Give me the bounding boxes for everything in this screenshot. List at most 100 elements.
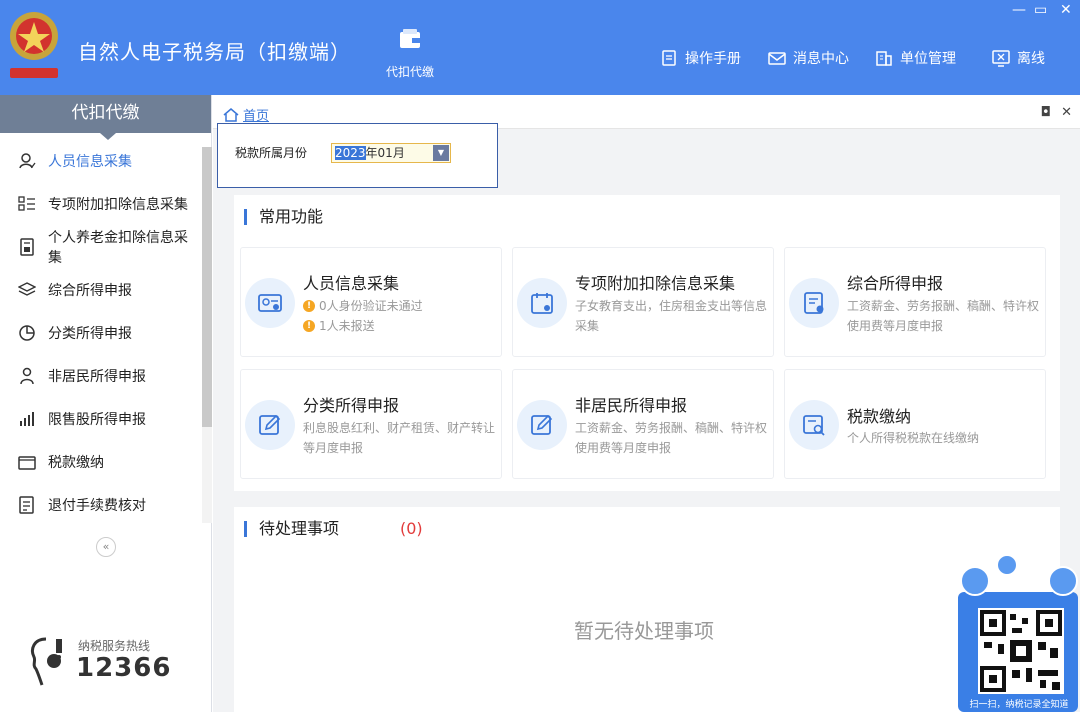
period-label: 税款所属月份 [235, 146, 308, 160]
sidebar-item-label: 限售股所得申报 [48, 411, 146, 428]
card-personnel[interactable]: 人员信息采集 ! 0人身份验证未通过 ! 1人未报送 [240, 247, 502, 357]
sidebar-item-pension[interactable]: 个人养老金扣除信息采集 [0, 225, 200, 268]
common-functions-panel: 常用功能 人员信息采集 ! 0人身份验证未通过 ! 1人未报送 专项附加扣除信息采集… [234, 195, 1060, 491]
sidebar-menu: 人员信息采集 专项附加扣除信息采集 个人养老金扣除信息采集 综合所得申报 分类所… [0, 139, 200, 526]
document-icon [20, 237, 34, 256]
sidebar-item-nonresident[interactable]: 非居民所得申报 [0, 354, 200, 397]
common-functions-title: 常用功能 [244, 209, 323, 225]
sidebar: 代扣代缴 人员信息采集 专项附加扣除信息采集 个人养老金扣除信息采集 综合所得申… [0, 95, 212, 712]
module-tab-withholding[interactable]: 代扣代缴 [380, 26, 440, 80]
close-tab-icon[interactable]: ✕ [1061, 105, 1072, 120]
home-icon [223, 107, 239, 122]
card-icon [789, 400, 839, 450]
warning-text: 1人未报送 [319, 319, 375, 333]
sidebar-scroll-thumb[interactable] [202, 147, 212, 427]
card-title: 综合所得申报 [847, 274, 944, 293]
app-header: 自然人电子税务局（扣缴端） 代扣代缴 操作手册 消息中心 单位管理 离线 — ▭… [0, 0, 1080, 95]
manual-label: 操作手册 [685, 51, 741, 67]
card-title: 税款缴纳 [847, 407, 912, 426]
manual-icon [662, 50, 676, 66]
card-classified[interactable]: 分类所得申报 利息股息红利、财产租赁、财产转让等月度申报 [240, 369, 502, 479]
period-month: 年01月 [365, 146, 405, 160]
sidebar-item-label: 专项附加扣除信息采集 [48, 196, 188, 213]
restore-icon[interactable]: ◘ [1041, 105, 1051, 120]
sidebar-item-label: 人员信息采集 [48, 153, 132, 170]
card-icon [517, 278, 567, 328]
wallet-icon [18, 455, 36, 470]
card-title: 人员信息采集 [303, 274, 400, 293]
edit-icon [259, 414, 281, 435]
sidebar-item-personnel[interactable]: 人员信息采集 [0, 139, 200, 182]
id-card-icon [258, 294, 282, 312]
chat-icon [996, 554, 1018, 576]
house-icon [1048, 566, 1078, 596]
unit-management-button[interactable]: 单位管理 [875, 48, 956, 68]
collapse-sidebar-button[interactable]: « [96, 537, 116, 557]
sidebar-item-restricted-shares[interactable]: 限售股所得申报 [0, 397, 200, 440]
card-title: 分类所得申报 [303, 396, 400, 415]
tab-home-label: 首页 [243, 109, 270, 124]
offline-label: 离线 [1017, 51, 1045, 67]
sidebar-item-classified[interactable]: 分类所得申报 [0, 311, 200, 354]
warning-text: 0人身份验证未通过 [319, 299, 423, 313]
warning-row[interactable]: ! 0人身份验证未通过 [303, 296, 497, 316]
card-icon [789, 278, 839, 328]
report-icon [19, 495, 34, 514]
card-tax-payment[interactable]: 税款缴纳 个人所得税税款在线缴纳 [784, 369, 1046, 479]
chevron-down-icon[interactable]: ▼ [433, 145, 449, 161]
sidebar-item-tax-payment[interactable]: 税款缴纳 [0, 440, 200, 483]
card-desc: 工资薪金、劳务报酬、稿酬、特许权使用费等月度申报 [575, 421, 768, 455]
sidebar-item-label: 分类所得申报 [48, 325, 132, 342]
hotline: 纳税服务热线 12366 [26, 635, 196, 695]
form-icon [804, 292, 824, 314]
empty-state: 暂无待处理事项 [574, 619, 714, 643]
close-icon[interactable]: ✕ [1060, 2, 1072, 18]
message-center-label: 消息中心 [793, 51, 849, 67]
period-selector: 税款所属月份 2023年01月 ▼ [217, 123, 498, 188]
period-input[interactable]: 2023年01月 ▼ [331, 143, 451, 163]
card-title: 非居民所得申报 [575, 396, 688, 415]
app-title: 自然人电子税务局（扣缴端） [78, 40, 351, 64]
card-desc: 利息股息红利、财产租赁、财产转让等月度申报 [303, 421, 496, 455]
message-center-button[interactable]: 消息中心 [768, 48, 849, 68]
card-warnings: ! 0人身份验证未通过 ! 1人未报送 [303, 296, 497, 336]
pending-panel: 待处理事项 (0) 暂无待处理事项 [234, 507, 1060, 712]
hotline-label: 纳税服务热线 [78, 639, 151, 653]
manual-button[interactable]: 操作手册 [660, 48, 741, 68]
warning-icon: ! [303, 320, 315, 332]
headset-icon [31, 637, 62, 686]
offline-icon [992, 50, 1010, 67]
tax-emblem-logo [10, 12, 58, 78]
qr-code [978, 608, 1064, 694]
card-desc: 工资薪金、劳务报酬、稿酬、特许权使用费等月度申报 [847, 299, 1040, 333]
card-nonresident[interactable]: 非居民所得申报 工资薪金、劳务报酬、稿酬、特许权使用费等月度申报 [512, 369, 774, 479]
offline-button[interactable]: 离线 [992, 48, 1045, 68]
sidebar-item-special-deduction[interactable]: 专项附加扣除信息采集 [0, 182, 200, 225]
tab-controls: ◘ ✕ [1041, 105, 1072, 120]
qr-widget[interactable]: 扫一扫，纳税记录全知道 [956, 552, 1080, 712]
card-comprehensive[interactable]: 综合所得申报 工资薪金、劳务报酬、稿酬、特许权使用费等月度申报 [784, 247, 1046, 357]
minimize-icon[interactable]: — [1012, 2, 1026, 18]
pending-count: (0) [400, 519, 423, 538]
warning-icon: ! [303, 300, 315, 312]
user-outline-icon [20, 367, 34, 384]
list-icon [18, 195, 35, 211]
maximize-icon[interactable]: ▭ [1034, 2, 1047, 18]
pending-title: 待处理事项 [244, 521, 339, 537]
edit-icon [531, 414, 553, 435]
pie-icon [19, 324, 35, 341]
sidebar-item-label: 非居民所得申报 [48, 368, 146, 385]
qr-code-image [980, 610, 1062, 692]
warning-row[interactable]: ! 1人未报送 [303, 316, 497, 336]
sidebar-item-fee-check[interactable]: 退付手续费核对 [0, 483, 200, 526]
bar-chart-icon [20, 411, 34, 426]
wallet-icon [400, 29, 420, 48]
main-content: 首页 ◘ ✕ 税款所属月份 2023年01月 ▼ 常用功能 人员信息采集 ! 0人… [213, 95, 1080, 712]
layers-icon [18, 281, 36, 296]
tab-home[interactable]: 首页 [223, 105, 269, 124]
card-special-deduction[interactable]: 专项附加扣除信息采集 子女教育支出，住房租金支出等信息采集 [512, 247, 774, 357]
unit-management-label: 单位管理 [900, 51, 956, 67]
hotline-number: 12366 [76, 653, 172, 683]
sidebar-item-label: 综合所得申报 [48, 282, 132, 299]
sidebar-item-comprehensive[interactable]: 综合所得申报 [0, 268, 200, 311]
